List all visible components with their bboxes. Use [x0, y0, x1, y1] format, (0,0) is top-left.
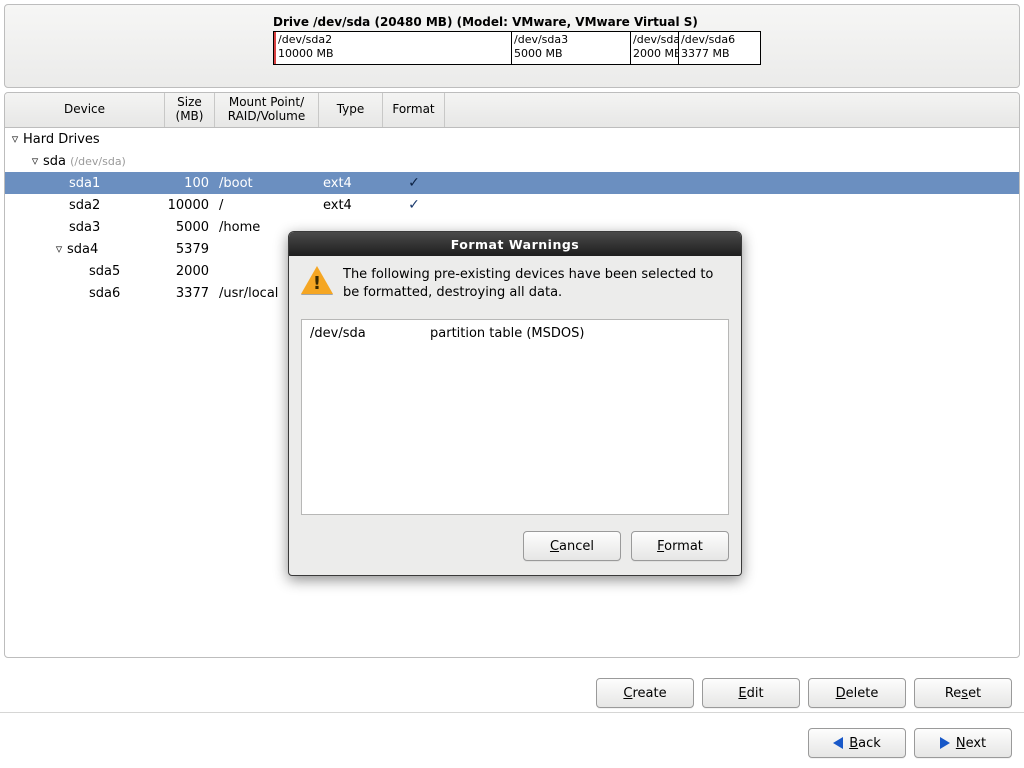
partition-name: sda4: [67, 242, 98, 257]
partition-name: sda2: [69, 198, 100, 213]
partition-row[interactable]: sda2 10000/ext4 ✓: [5, 194, 1019, 216]
partition-name: sda3: [69, 220, 100, 235]
reset-button[interactable]: Reset: [914, 678, 1012, 708]
partition-mount: /: [215, 198, 319, 213]
partition-size: 5379: [165, 242, 215, 257]
warning-icon: !: [301, 266, 333, 296]
tree-label-path: (/dev/sda): [70, 155, 126, 168]
partition-type: ext4: [319, 176, 383, 191]
partition-name: sda5: [89, 264, 120, 279]
partition-row[interactable]: sda1 100/bootext4 ✓: [5, 172, 1019, 194]
dialog-list-device: /dev/sda: [310, 326, 430, 341]
arrow-right-icon: [940, 737, 950, 749]
tree-label: Hard Drives: [23, 132, 100, 147]
dialog-device-list[interactable]: /dev/sdapartition table (MSDOS): [301, 319, 729, 515]
partition-action-bar: Create Edit Delete Reset: [596, 678, 1012, 708]
dialog-message: The following pre-existing devices have …: [343, 266, 729, 301]
tree-row-sda[interactable]: ▿ sda (/dev/sda): [5, 150, 1019, 172]
check-icon: ✓: [408, 175, 420, 191]
drive-segment[interactable]: /dev/sda2000 MB: [631, 32, 679, 64]
col-header-device[interactable]: Device: [5, 93, 165, 127]
wizard-nav-bar: Back Next: [808, 728, 1012, 758]
format-warnings-dialog: Format Warnings ! The following pre-exis…: [288, 231, 742, 576]
tree-label: sda: [43, 154, 66, 169]
partition-name: sda1: [69, 176, 100, 191]
drive-title: Drive /dev/sda (20480 MB) (Model: VMware…: [273, 15, 1009, 29]
cancel-button[interactable]: Cancel: [523, 531, 621, 561]
partition-size: 5000: [165, 220, 215, 235]
tree-row-hard-drives[interactable]: ▿ Hard Drives: [5, 128, 1019, 150]
partition-type: ext4: [319, 198, 383, 213]
dialog-list-row[interactable]: /dev/sdapartition table (MSDOS): [310, 326, 720, 341]
create-button[interactable]: Create: [596, 678, 694, 708]
column-headers[interactable]: Device Size (MB) Mount Point/ RAID/Volum…: [5, 93, 1019, 128]
back-button[interactable]: Back: [808, 728, 906, 758]
partition-format: ✓: [383, 197, 445, 213]
col-header-type[interactable]: Type: [319, 93, 383, 127]
partition-size: 3377: [165, 286, 215, 301]
dialog-list-desc: partition table (MSDOS): [430, 326, 584, 341]
chevron-down-icon[interactable]: ▿: [9, 132, 21, 147]
partition-size: 10000: [165, 198, 215, 213]
col-header-size[interactable]: Size (MB): [165, 93, 215, 127]
partition-size: 2000: [165, 264, 215, 279]
drive-summary-panel: Drive /dev/sda (20480 MB) (Model: VMware…: [4, 4, 1020, 88]
partition-name: sda6: [89, 286, 120, 301]
format-button[interactable]: Format: [631, 531, 729, 561]
dialog-title: Format Warnings: [289, 232, 741, 256]
col-header-format[interactable]: Format: [383, 93, 445, 127]
partition-mount: /boot: [215, 176, 319, 191]
drive-partition-bar[interactable]: /dev/sda210000 MB/dev/sda35000 MB/dev/sd…: [273, 31, 761, 65]
chevron-down-icon[interactable]: ▿: [29, 154, 41, 169]
drive-segment[interactable]: /dev/sda63377 MB: [679, 32, 760, 64]
arrow-left-icon: [833, 737, 843, 749]
next-button[interactable]: Next: [914, 728, 1012, 758]
edit-button[interactable]: Edit: [702, 678, 800, 708]
drive-segment[interactable]: /dev/sda210000 MB: [274, 32, 512, 64]
col-header-spacer: [445, 93, 1019, 127]
partition-size: 100: [165, 176, 215, 191]
drive-segment[interactable]: /dev/sda35000 MB: [512, 32, 631, 64]
col-header-mount[interactable]: Mount Point/ RAID/Volume: [215, 93, 319, 127]
chevron-down-icon[interactable]: ▿: [53, 242, 65, 257]
partition-format: ✓: [383, 175, 445, 191]
check-icon: ✓: [408, 197, 420, 213]
delete-button[interactable]: Delete: [808, 678, 906, 708]
